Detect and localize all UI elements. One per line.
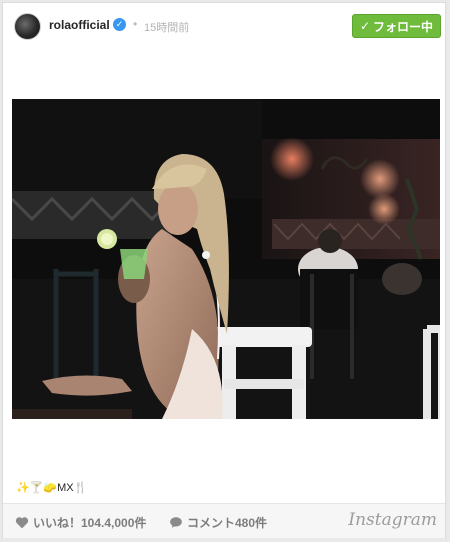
post-footer: いいね！104.4,000件 コメント480件 Instagram — [3, 503, 445, 538]
post-caption: ✨🍸🧽MX🍴 — [16, 482, 88, 494]
instagram-post-card: rolaofficial ✓ • 15時間前 ✓ フォロー中 ✨🍸🧽MX🍴 いい… — [2, 2, 446, 538]
post-header: rolaofficial ✓ • 15時間前 ✓ フォロー中 — [3, 3, 445, 49]
like-count[interactable]: いいね！104.4,000件 — [15, 514, 146, 531]
post-photo[interactable] — [12, 99, 440, 419]
comment-count-label: コメント480件 — [187, 516, 268, 530]
following-label: フォロー中 — [373, 19, 434, 34]
heart-icon — [15, 517, 29, 529]
like-count-label: いいね！104.4,000件 — [33, 516, 147, 530]
comment-count[interactable]: コメント480件 — [169, 514, 267, 531]
instagram-logo[interactable]: Instagram — [348, 510, 437, 530]
photo-illustration — [12, 99, 440, 419]
post-timestamp[interactable]: 15時間前 — [144, 19, 189, 35]
separator-dot: • — [133, 17, 138, 31]
check-icon: ✓ — [359, 19, 371, 33]
verified-badge-icon: ✓ — [113, 18, 126, 31]
comment-bubble-icon — [170, 517, 182, 528]
username[interactable]: rolaofficial — [49, 18, 110, 32]
following-button[interactable]: ✓ フォロー中 — [352, 14, 441, 38]
avatar[interactable] — [14, 13, 41, 40]
